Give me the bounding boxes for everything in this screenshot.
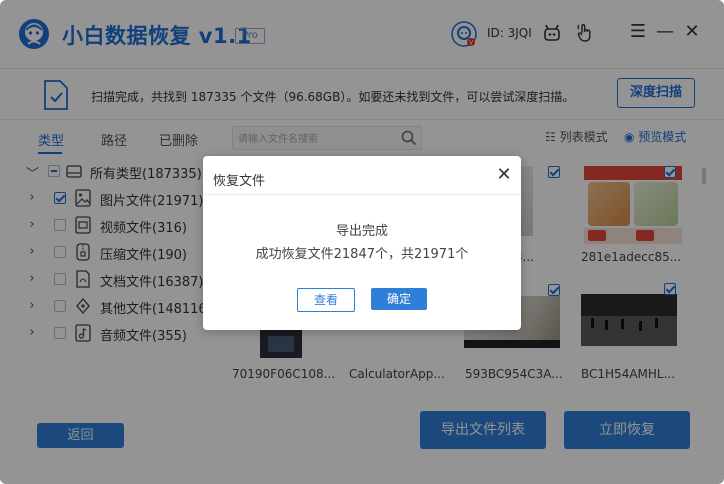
dialog-title: 恢复文件 bbox=[213, 174, 266, 189]
dialog-view-button[interactable]: 查看 bbox=[297, 288, 355, 312]
dialog-ok-button[interactable]: 确定 bbox=[371, 288, 427, 310]
dialog-close-icon[interactable]: ✕ bbox=[493, 164, 515, 186]
app-window: 小白数据恢复 v1.1 Pro V ID: 3JQI ☰ — ✕ 扫描完成，共找… bbox=[0, 0, 724, 484]
dialog-message-detail: 成功恢复文件21847个，共21971个 bbox=[255, 247, 469, 262]
dialog-message-title: 导出完成 bbox=[335, 224, 388, 239]
recover-dialog: 恢复文件 ✕ 导出完成 成功恢复文件21847个，共21971个 查看 确定 bbox=[203, 156, 521, 330]
dialog-divider bbox=[203, 194, 521, 195]
